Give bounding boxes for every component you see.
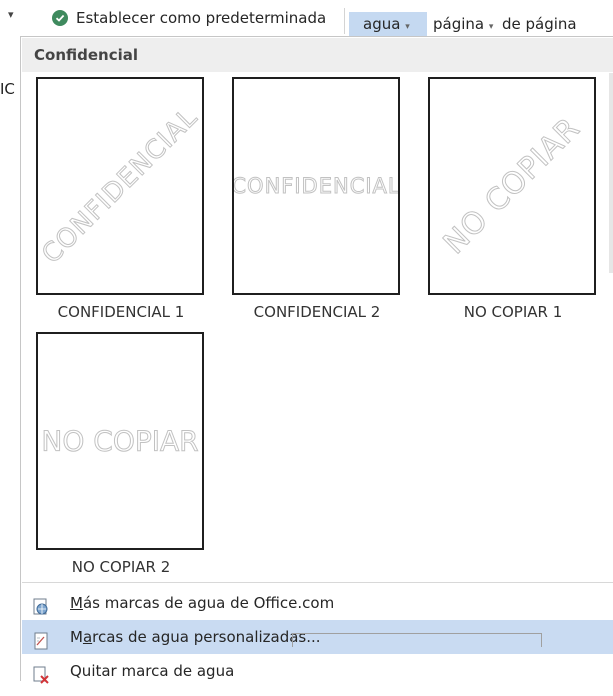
gallery-item-caption: CONFIDENCIAL 1	[57, 303, 185, 321]
more-watermarks-office-menu-item[interactable]: Más marcas de agua de Office.com	[22, 586, 613, 620]
page-borders-ribbon-label: de página	[502, 15, 577, 33]
ribbon-dropdown-arrow-icon[interactable]: ▾	[8, 8, 14, 21]
watermark-preview-text: NO COPIAR	[436, 110, 588, 262]
watermark-ribbon-label: agua	[363, 15, 401, 33]
menu-item-label: Más marcas de agua de Office.com	[70, 594, 335, 612]
menu-divider	[22, 582, 613, 583]
watermark-thumbnail: NO COPIAR	[428, 77, 596, 295]
gallery-item-caption: CONFIDENCIAL 2	[253, 303, 381, 321]
menu-item-label: Marcas de agua personalizadas...	[70, 628, 321, 646]
office-watermark-icon	[32, 594, 50, 615]
page-color-ribbon-button[interactable]: página ▾	[433, 12, 493, 39]
partial-background-text: IC	[0, 80, 15, 98]
chevron-down-icon: ▾	[405, 22, 410, 32]
background-input-field	[292, 633, 542, 647]
set-default-button[interactable]: Establecer como predeterminada	[76, 9, 326, 27]
remove-watermark-icon	[32, 662, 50, 684]
checkmark-icon	[52, 10, 68, 26]
custom-watermark-icon	[32, 628, 50, 650]
remove-watermark-menu-item[interactable]: Quitar marca de agua	[22, 654, 613, 688]
ribbon-separator	[344, 8, 345, 34]
chevron-down-icon: ▾	[488, 22, 494, 32]
page-color-ribbon-label: página	[433, 15, 485, 33]
watermark-ribbon-button[interactable]: agua ▾	[349, 12, 427, 36]
gallery-section-title: Confidencial	[22, 38, 613, 72]
watermark-thumbnail: NO COPIAR	[36, 332, 204, 550]
watermark-dropdown: Confidencial CONFIDENCIAL CONFIDENCIAL 1…	[20, 36, 613, 684]
watermark-preview-text: NO COPIAR	[41, 424, 199, 458]
ribbon-bar: ▾ Establecer como predeterminada agua ▾ …	[0, 0, 613, 36]
watermark-preview-text: CONFIDENCIAL	[232, 174, 400, 199]
watermark-thumbnail: CONFIDENCIAL	[232, 77, 400, 295]
menu-item-label: Quitar marca de agua	[70, 662, 235, 680]
gallery-item-caption: NO COPIAR 1	[463, 303, 563, 321]
gallery-item-caption: NO COPIAR 2	[71, 558, 171, 576]
page-borders-ribbon-button[interactable]: de página	[502, 12, 577, 36]
watermark-thumbnail: CONFIDENCIAL	[36, 77, 204, 295]
gallery-scrollbar[interactable]	[609, 73, 613, 273]
watermark-preview-text: CONFIDENCIAL	[36, 102, 204, 270]
